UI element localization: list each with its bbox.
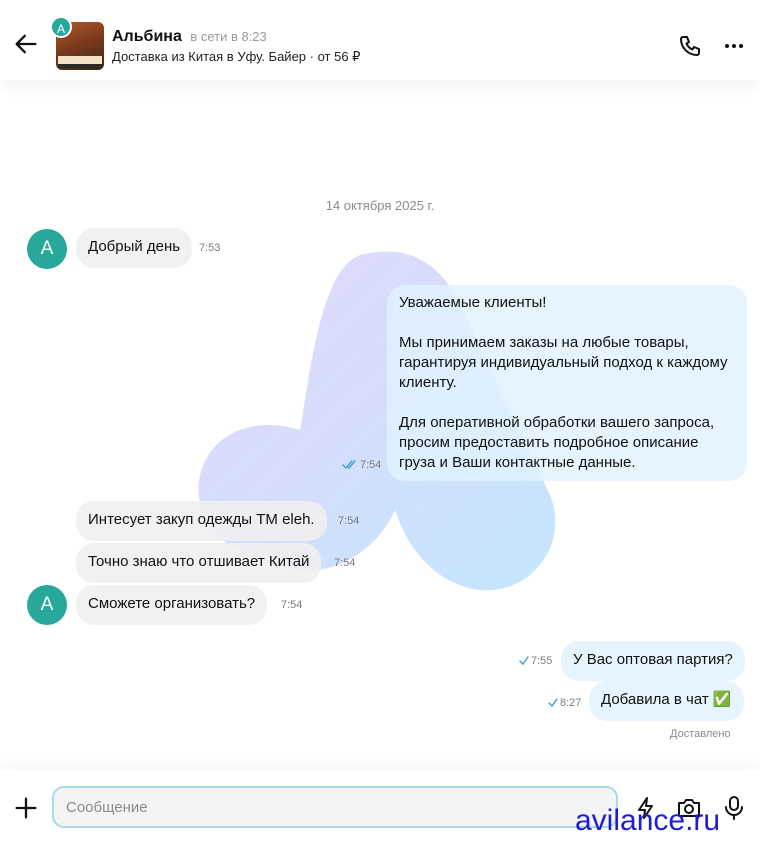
message-bubble[interactable]: Точно знаю что отшивает Китай	[76, 543, 322, 583]
message-bubble[interactable]: Добавила в чат ✅	[589, 681, 744, 721]
message-time-row: 7:55	[519, 655, 552, 667]
message-time: 7:55	[531, 655, 553, 667]
date-separator: 14 октября 2025 г.	[325, 198, 435, 213]
avatar-letter-badge: A	[50, 16, 72, 38]
message-time: 7:54	[360, 459, 382, 471]
more-dots-icon[interactable]	[722, 34, 746, 58]
message-time: 8:27	[560, 697, 582, 709]
sender-avatar[interactable]: A	[27, 229, 67, 269]
chat-header: A Альбина в сети в 8:23 Доставка из Кита…	[0, 0, 760, 80]
message-time-row: 7:54	[342, 459, 381, 471]
message-time: 7:54	[281, 599, 303, 611]
message-time: 7:54	[334, 557, 356, 569]
phone-icon[interactable]	[678, 34, 702, 58]
message-time: 7:53	[199, 242, 221, 254]
delivery-status: Доставлено	[670, 728, 731, 740]
plus-icon[interactable]	[12, 794, 40, 822]
message-bubble[interactable]: Добрый день	[76, 228, 193, 268]
message-bubble[interactable]: Сможете организовать?	[76, 585, 268, 625]
sender-avatar[interactable]: A	[27, 585, 67, 625]
message-bubble[interactable]: Интесует закуп одежды ТМ eleh.	[76, 501, 327, 541]
site-watermark: avilance.ru	[575, 804, 721, 837]
back-arrow-icon[interactable]	[12, 30, 40, 58]
contact-avatar[interactable]: A	[50, 16, 104, 70]
message-bubble[interactable]: Уважаемые клиенты! Мы принимаем заказы н…	[387, 285, 747, 481]
message-bubble[interactable]: У Вас оптовая партия?	[561, 641, 745, 681]
check-icon	[519, 656, 529, 666]
check-icon	[548, 698, 558, 708]
message-time-row: 8:27	[548, 697, 581, 709]
contact-name[interactable]: Альбина	[112, 28, 182, 45]
online-status: в сети в 8:23	[190, 29, 267, 44]
message-input[interactable]	[52, 786, 618, 828]
message-time: 7:54	[338, 515, 360, 527]
mic-icon[interactable]	[722, 795, 746, 821]
double-check-icon	[342, 460, 356, 470]
contact-name-line[interactable]: Альбина в сети в 8:23	[112, 28, 267, 46]
message-list[interactable]: 14 октября 2025 г. A Добрый день 7:53 Ув…	[0, 80, 760, 770]
listing-subtitle[interactable]: Доставка из Китая в Уфу. Байер · от 56 ₽	[112, 49, 360, 65]
